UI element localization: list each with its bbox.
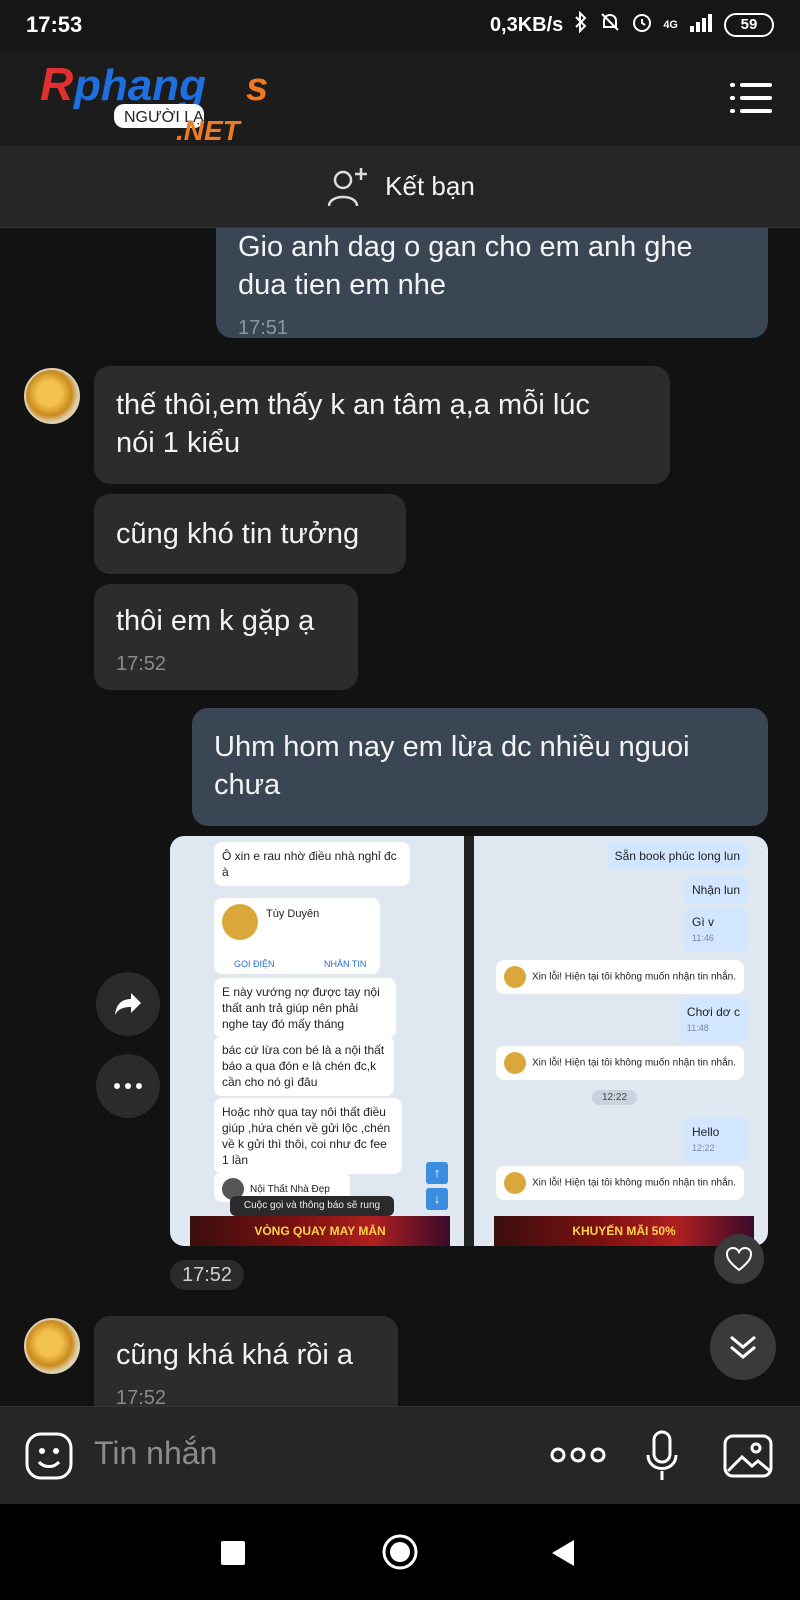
embedded-message: Hoặc nhờ qua tay nôi thất điều giúp ,hứa…: [214, 1098, 402, 1174]
embedded-avatar: [504, 1172, 526, 1194]
mute-bell-icon: [599, 11, 621, 39]
add-friend-icon: [327, 167, 368, 206]
recents-button[interactable]: [220, 1540, 246, 1571]
message-line: nói 1 kiểu: [116, 427, 241, 459]
more-dots-icon: [550, 1447, 606, 1463]
embedded-message: Gì v 11:46: [684, 908, 748, 952]
signal-icon: [688, 12, 714, 38]
embedded-contact-card: Tùy Duyên GỌI ĐIỆN NHẮN TIN: [214, 898, 380, 974]
sticker-icon: [25, 1432, 73, 1480]
status-icons: 0,3KB/s 4G 59: [489, 10, 774, 39]
status-time: 17:53: [26, 12, 83, 37]
add-friend-bar[interactable]: Kết bạn: [0, 146, 800, 228]
embedded-message: Nhận lun: [683, 876, 748, 904]
triangle-back-icon: [552, 1540, 574, 1566]
react-heart-button[interactable]: [714, 1234, 764, 1284]
forward-button[interactable]: [96, 972, 160, 1036]
voice-button[interactable]: [644, 1429, 680, 1488]
app-bar: R phang s NGƯỜI LẠ .NET: [0, 50, 800, 146]
message-line: thế thôi,em thấy k an tâm ạ,a mỗi lúc: [116, 389, 590, 421]
chat-thread[interactable]: Gio anh dag o gan cho em anh ghe dua tie…: [0, 228, 800, 1406]
back-button[interactable]: [550, 1538, 576, 1573]
embedded-message: bác cứ lừa con bé là a nội thất báo a qu…: [214, 1036, 394, 1096]
message-incoming[interactable]: thế thôi,em thấy k an tâm ạ,a mỗi lúc nó…: [94, 366, 670, 484]
embedded-message: Sẵn book phúc long lun: [606, 842, 748, 870]
message-outgoing[interactable]: Uhm hom nay em lừa dc nhiều nguoi chưa: [192, 708, 768, 826]
home-button[interactable]: [380, 1532, 420, 1577]
message-line: cũng khó tin tưởng: [116, 518, 360, 550]
message-line: Gio anh dag o gan cho em anh ghe: [238, 231, 693, 263]
message-line: thôi em k gặp ạ: [116, 605, 315, 637]
more-actions-button[interactable]: [550, 1445, 606, 1470]
network-speed: 0,3KB/s: [489, 13, 564, 36]
screenshot-right[interactable]: Sẵn book phúc long lun Nhận lun Gì v 11:4…: [474, 836, 768, 1246]
system-nav-bar: [0, 1504, 800, 1600]
embedded-message: Xin lỗi! Hiện tại tôi không muốn nhận ti…: [496, 960, 745, 994]
image-icon: [723, 1434, 773, 1478]
embedded-message: Xin lỗi! Hiện tại tôi không muốn nhận ti…: [496, 1046, 745, 1080]
microphone-icon: [646, 1430, 678, 1480]
message-time: 17:51: [238, 317, 289, 339]
ad-banner: VÒNG QUAY MAY MẮN: [190, 1216, 450, 1246]
scroll-to-bottom-button[interactable]: [710, 1314, 776, 1380]
heart-icon: [725, 1246, 753, 1272]
message-outgoing[interactable]: Gio anh dag o gan cho em anh ghe dua tie…: [216, 228, 768, 339]
svg-text:phang: phang: [73, 61, 206, 110]
embedded-message: Ô xin e rau nhờ điều nhà nghỉ đc à: [214, 842, 410, 886]
message-line: dua tien em nhe: [238, 269, 446, 301]
message-line: Uhm hom nay em lừa dc nhiều nguoi: [214, 731, 690, 763]
circle-icon: [382, 1534, 418, 1570]
image-message[interactable]: Ô xin e rau nhờ điều nhà nghỉ đc à Tùy D…: [170, 836, 768, 1246]
more-icon: [114, 1083, 142, 1089]
ad-banner: KHUYẾN MÃI 50%: [494, 1216, 754, 1246]
alarm-icon: [631, 11, 653, 39]
message-incoming[interactable]: cũng khó tin tưởng: [94, 494, 406, 574]
network-type: 4G: [663, 18, 678, 31]
status-bar: 17:53 0,3KB/s 4G 59: [0, 0, 800, 50]
message-line: chưa: [214, 769, 281, 801]
embedded-notice: Cuộc gọi và thông báo sẽ rung: [230, 1196, 394, 1216]
embedded-avatar: [504, 1052, 526, 1074]
svg-text:.NET: .NET: [176, 115, 243, 142]
square-icon: [221, 1541, 245, 1565]
message-composer: Tin nhắn: [0, 1406, 800, 1504]
arrow-up-icon: ↑: [426, 1162, 448, 1184]
menu-icon: [730, 83, 772, 113]
contact-avatar[interactable]: [24, 1318, 80, 1374]
battery-indicator: 59: [724, 13, 774, 37]
message-line: cũng khá khá rồi a: [116, 1339, 353, 1371]
add-friend-label: Kết bạn: [385, 171, 475, 201]
embedded-avatar: [504, 966, 526, 988]
more-options-button[interactable]: [96, 1054, 160, 1118]
screenshot-left[interactable]: Ô xin e rau nhờ điều nhà nghỉ đc à Tùy D…: [170, 836, 464, 1246]
arrow-down-icon: ↓: [426, 1188, 448, 1210]
embedded-avatar: [222, 904, 258, 940]
menu-button[interactable]: [730, 80, 772, 116]
app-logo[interactable]: R phang s NGƯỜI LẠ .NET: [40, 58, 280, 146]
embedded-message: Chơi dơ c 11:48: [678, 998, 748, 1042]
embedded-time-divider: 12:22: [592, 1090, 638, 1105]
forward-icon: [115, 993, 141, 1015]
message-incoming[interactable]: cũng khá khá rồi a 17:52: [94, 1316, 398, 1406]
message-time: 17:52: [116, 1387, 167, 1406]
embedded-message: Hello 12:22: [684, 1118, 748, 1162]
embedded-message: Xin lỗi! Hiện tại tôi không muốn nhận ti…: [496, 1166, 745, 1200]
image-picker-button[interactable]: [722, 1433, 774, 1484]
svg-text:R: R: [40, 58, 73, 110]
image-time: 17:52: [170, 1260, 245, 1290]
embedded-message: E này vướng nợ được tay nội thất anh trả…: [214, 978, 396, 1038]
svg-text:s: s: [246, 65, 268, 109]
message-incoming[interactable]: thôi em k gặp ạ 17:52: [94, 584, 358, 690]
message-time: 17:52: [116, 653, 167, 675]
bluetooth-icon: [573, 10, 589, 39]
double-chevron-down-icon: [730, 1335, 756, 1359]
contact-avatar[interactable]: [24, 368, 80, 424]
emoji-button[interactable]: [24, 1431, 74, 1486]
message-input[interactable]: Tin nhắn: [94, 1435, 217, 1472]
